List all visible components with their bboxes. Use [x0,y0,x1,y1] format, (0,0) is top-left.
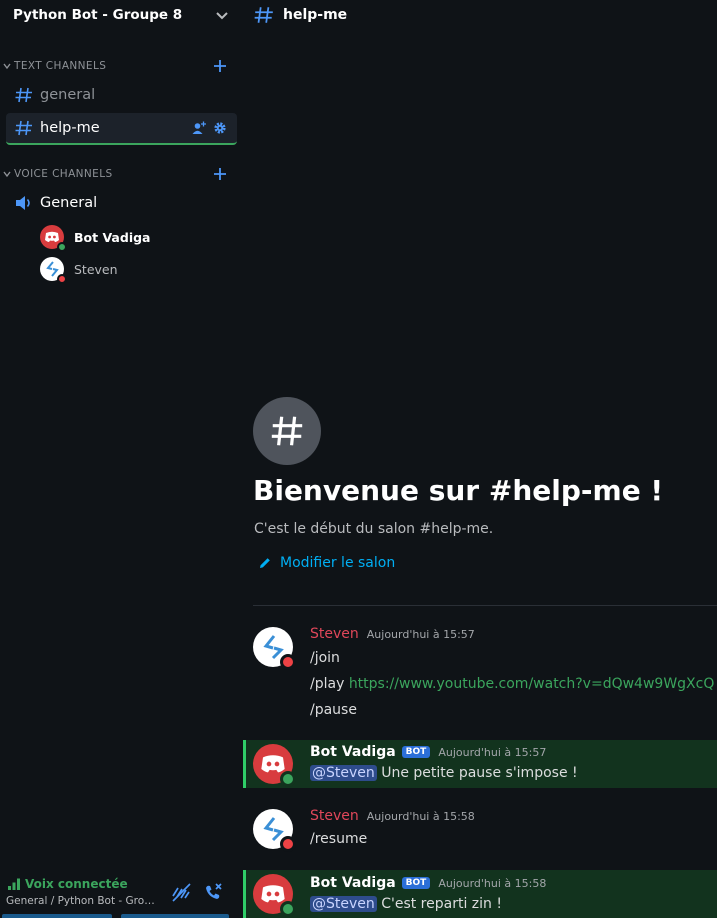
caret-down-icon [3,171,11,178]
signal-icon [8,878,20,890]
voice-status[interactable]: Voix connectée [7,877,128,891]
noise-suppression-icon[interactable] [170,881,192,903]
chevron-down-icon[interactable] [215,8,229,22]
message-author[interactable]: Steven [310,808,359,824]
message-text: @Steven C'est reparti zin ! [310,896,502,912]
welcome-subtitle: C'est le début du salon #help-me. [254,521,494,537]
welcome-hash-circle [253,397,321,465]
voice-connection-panel: Voix connectée General / Python Bot - Gr… [0,870,243,918]
message-timestamp: Aujourd'hui à 15:58 [438,876,547,890]
status-online-dot [57,242,67,252]
hash-icon [271,416,303,446]
category-label: VOICE CHANNELS [14,168,113,180]
voice-user-name: Bot Vadiga [74,229,151,245]
chat-area: help-me Bienvenue sur #help-me ! C'est l… [243,0,717,918]
message-text: /play https://www.youtube.com/watch?v=dQ… [310,676,714,692]
plus-icon[interactable] [213,57,227,75]
channel-topbar: help-me [243,0,717,30]
category-label: TEXT CHANNELS [14,60,107,72]
gear-icon[interactable] [213,121,227,135]
status-online-dot [280,771,296,787]
channel-label: help-me [40,120,100,136]
status-dnd-dot [280,836,296,852]
message-text: /resume [310,831,368,847]
avatar[interactable] [253,627,296,670]
message-text: /pause [310,702,357,718]
server-header[interactable]: Python Bot - Groupe 8 [0,0,243,30]
bot-badge: BOT [401,746,431,758]
server-name: Python Bot - Groupe 8 [13,7,183,23]
channel-help-me[interactable]: help-me [6,113,237,145]
voice-panel-button[interactable] [121,914,229,918]
user-mention[interactable]: @Steven [310,896,377,912]
edit-channel-label: Modifier le salon [280,555,396,571]
message-author[interactable]: Bot Vadiga [310,875,396,891]
voice-user-bot-vadiga[interactable]: Bot Vadiga [40,224,151,252]
bot-badge: BOT [401,877,431,889]
message[interactable]: Steven Aujourd'hui à 15:58 /resume [243,802,717,858]
channel-label: general [40,87,96,103]
message-link[interactable]: https://www.youtube.com/watch?v=dQw4w9Wg… [349,676,715,692]
message-mention-highlight[interactable]: Bot Vadiga BOT Aujourd'hui à 15:58 @Stev… [243,870,717,918]
message-timestamp: Aujourd'hui à 15:57 [438,745,547,759]
status-dnd-dot [280,654,296,670]
avatar [40,257,67,284]
caret-down-icon [3,63,11,70]
message-author[interactable]: Bot Vadiga [310,744,396,760]
message-text: /join [310,650,340,666]
message-mention-highlight[interactable]: Bot Vadiga BOT Aujourd'hui à 15:57 @Stev… [243,740,717,788]
divider [253,605,717,606]
voice-channel-general[interactable]: General [6,187,237,219]
disconnect-icon[interactable] [202,881,224,903]
message[interactable]: Steven Aujourd'hui à 15:57 /join /play h… [243,620,717,726]
channel-label: General [40,195,98,211]
voice-status-label: Voix connectée [25,877,128,891]
hash-icon [15,120,32,136]
avatar[interactable] [253,874,296,917]
pencil-icon [260,558,270,568]
channel-general[interactable]: general [6,79,237,111]
avatar[interactable] [253,809,296,852]
message-text: @Steven Une petite pause s'impose ! [310,765,578,781]
voice-location[interactable]: General / Python Bot - Grou... [6,895,158,907]
edit-channel-link[interactable]: Modifier le salon [258,555,395,571]
voice-panel-button[interactable] [2,914,112,918]
status-dnd-dot [57,274,67,284]
hash-icon [254,7,273,23]
voice-user-steven[interactable]: Steven [40,256,118,284]
channel-sidebar: Python Bot - Groupe 8 TEXT CHANNELS gene… [0,0,243,918]
message-body: Une petite pause s'impose ! [376,765,578,781]
plus-icon[interactable] [213,165,227,183]
status-online-dot [280,901,296,917]
welcome-title: Bienvenue sur #help-me ! [253,474,664,507]
message-command: /play [310,676,349,692]
add-user-icon[interactable] [192,121,207,135]
topbar-channel-name: help-me [283,7,348,23]
avatar [40,225,67,252]
message-timestamp: Aujourd'hui à 15:57 [366,627,475,641]
message-author[interactable]: Steven [310,626,359,642]
message-timestamp: Aujourd'hui à 15:58 [366,809,475,823]
hash-icon [15,87,32,103]
message-body: C'est reparti zin ! [376,896,502,912]
category-voice-channels[interactable]: VOICE CHANNELS [0,165,243,183]
user-mention[interactable]: @Steven [310,765,377,781]
voice-user-name: Steven [74,261,118,277]
category-text-channels[interactable]: TEXT CHANNELS [0,57,243,75]
avatar[interactable] [253,744,296,787]
speaker-icon [16,196,30,210]
